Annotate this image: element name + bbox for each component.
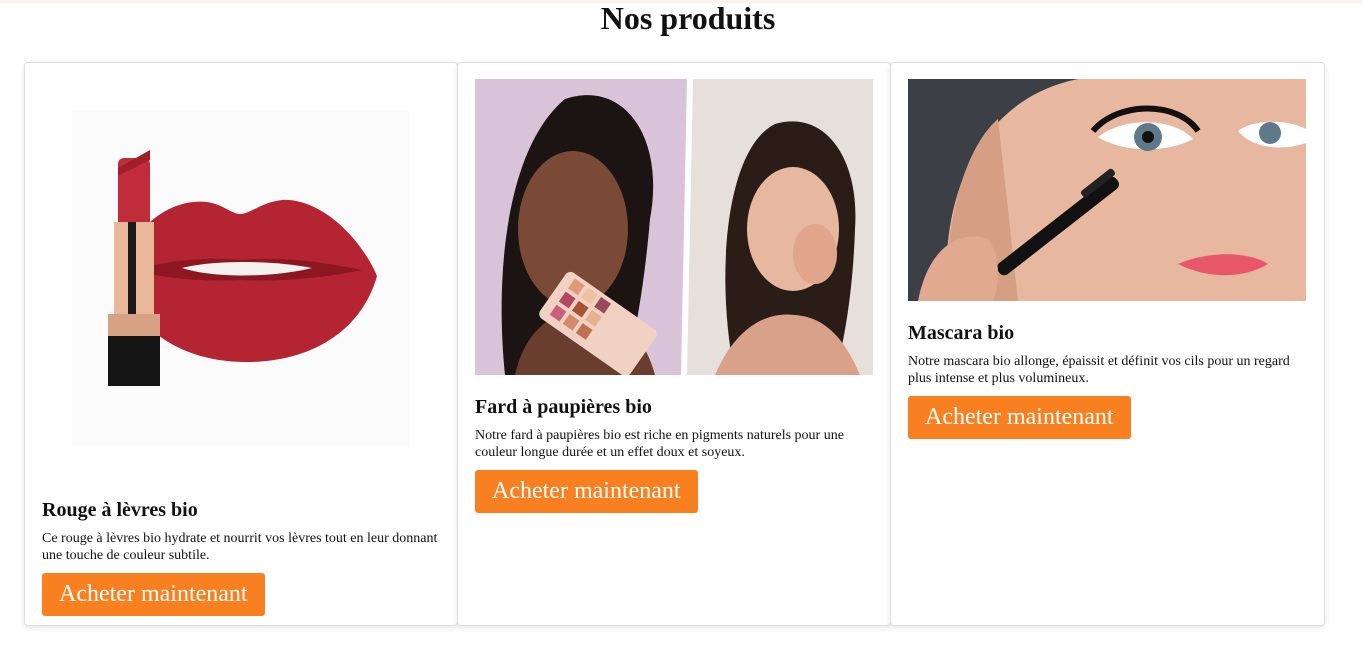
mascara-illustration — [908, 79, 1306, 301]
product-description: Notre fard à paupières bio est riche en … — [475, 428, 844, 460]
product-image-eyeshadow — [475, 79, 873, 375]
product-image-lipstick — [72, 110, 409, 446]
buy-now-button[interactable]: Acheter maintenant — [475, 470, 698, 513]
product-card-eyeshadow: Fard à paupières bio Notre fard à paupiè… — [457, 62, 891, 626]
page-title: Nos produits — [600, 0, 776, 36]
product-title: Fard à paupières bio — [475, 396, 652, 418]
buy-now-button[interactable]: Acheter maintenant — [42, 573, 265, 616]
product-description: Notre mascara bio allonge, épaissit et d… — [908, 354, 1290, 386]
product-title: Mascara bio — [908, 322, 1015, 344]
lipstick-illustration — [72, 110, 409, 446]
product-title: Rouge à lèvres bio — [42, 499, 198, 521]
product-card-lipstick: Rouge à lèvres bio Ce rouge à lèvres bio… — [24, 62, 458, 626]
product-description: Ce rouge à lèvres bio hydrate et nourrit… — [42, 531, 438, 563]
buy-now-button[interactable]: Acheter maintenant — [908, 396, 1131, 439]
product-grid: Rouge à lèvres bio Ce rouge à lèvres bio… — [24, 62, 1325, 626]
product-image-mascara — [908, 79, 1306, 301]
product-card-mascara: Mascara bio Notre mascara bio allonge, é… — [890, 62, 1325, 626]
eyeshadow-models-illustration — [475, 79, 873, 375]
